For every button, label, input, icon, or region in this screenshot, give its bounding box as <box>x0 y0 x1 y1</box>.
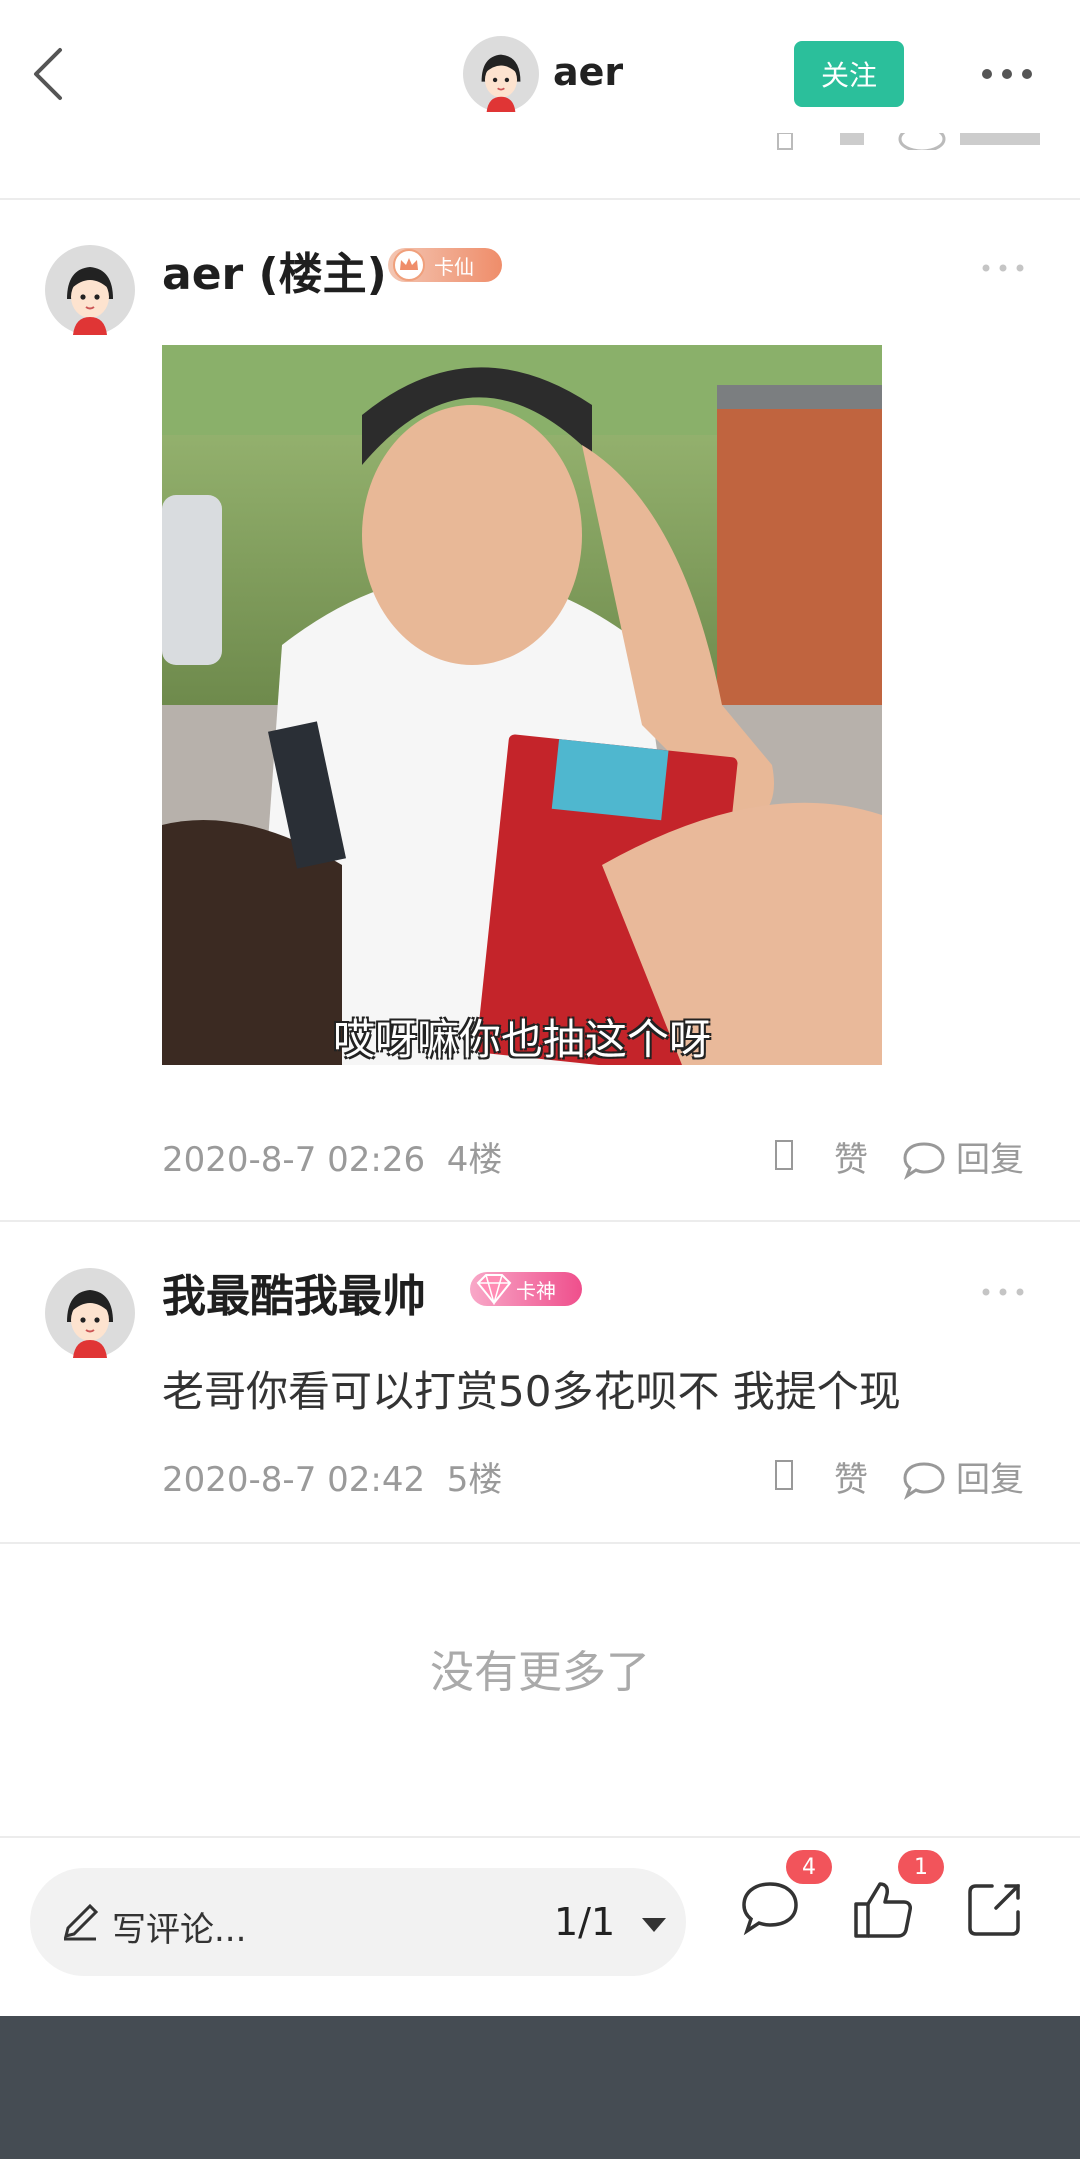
comment-icon[interactable] <box>902 1140 946 1180</box>
thumbs-up-icon[interactable] <box>852 1878 914 1940</box>
comment-count-badge: 4 <box>786 1850 832 1884</box>
reply-button[interactable]: 回复 <box>956 1452 1024 1501</box>
no-more-text: 没有更多了 <box>430 1647 650 1698</box>
more-horizontal-icon[interactable] <box>980 1286 1026 1298</box>
like-icon[interactable] <box>774 1138 794 1172</box>
like-icon[interactable] <box>774 1458 794 1492</box>
reply-button[interactable]: 回复 <box>956 1132 1024 1181</box>
system-nav-bar <box>0 2016 1080 2159</box>
more-horizontal-icon[interactable] <box>980 262 1026 274</box>
avatar[interactable] <box>45 1268 135 1358</box>
badge-label: 卡仙 <box>434 254 474 279</box>
post-username[interactable]: aer (楼主) <box>162 238 387 302</box>
comment-icon[interactable] <box>902 1460 946 1500</box>
more-horizontal-icon[interactable] <box>980 64 1034 84</box>
avatar[interactable] <box>45 245 135 335</box>
meme-photo <box>162 345 882 1065</box>
comment-text: 老哥你看可以打赏50多花呗不 我提个现 <box>162 1367 901 1416</box>
like-button[interactable]: 赞 <box>834 1132 868 1181</box>
image-caption: 哎呀嘛你也抽这个呀 <box>332 1015 711 1064</box>
floor-number: 5楼 <box>446 1460 503 1500</box>
post-meta: 2020-8-7 02:42 5楼 <box>162 1452 502 1501</box>
badge-label: 卡神 <box>516 1278 556 1303</box>
like-count-badge: 1 <box>898 1850 944 1884</box>
comment-icon[interactable] <box>740 1878 800 1938</box>
share-icon[interactable] <box>966 1878 1026 1938</box>
write-comment-placeholder: 写评论... <box>112 1910 247 1950</box>
header-username[interactable]: aer <box>553 50 623 94</box>
timestamp: 2020-8-7 02:42 <box>162 1460 426 1500</box>
page-indicator[interactable]: 1/1 <box>554 1900 615 1944</box>
user-badge: 卡仙 <box>388 248 502 282</box>
divider <box>0 198 1080 200</box>
follow-button[interactable]: 关注 <box>794 41 904 107</box>
post-detail-page: aer 关注 aer (楼主) 卡仙 哎呀嘛你也抽这个呀 2020-8-7 02… <box>0 0 1080 2159</box>
post-image[interactable] <box>162 345 882 1065</box>
caret-down-icon[interactable] <box>640 1916 668 1934</box>
pencil-icon <box>63 1903 99 1941</box>
previous-actions-remnant <box>770 128 1070 150</box>
floor-number: 4楼 <box>446 1140 503 1180</box>
bottom-bar: 写评论... 1/1 4 1 <box>0 1838 1080 2016</box>
diamond-icon <box>476 1274 512 1305</box>
timestamp: 2020-8-7 02:26 <box>162 1140 426 1180</box>
divider <box>0 1220 1080 1222</box>
like-button[interactable]: 赞 <box>834 1452 868 1501</box>
post-meta: 2020-8-7 02:26 4楼 <box>162 1132 502 1181</box>
avatar[interactable] <box>463 36 539 112</box>
divider <box>0 1542 1080 1544</box>
post-username[interactable]: 我最酷我最帅 <box>162 1260 426 1324</box>
write-comment-input[interactable]: 写评论... 1/1 <box>30 1868 686 1976</box>
user-badge: 卡神 <box>470 1272 582 1306</box>
crown-icon <box>393 249 425 281</box>
chevron-left-icon[interactable] <box>28 42 78 106</box>
